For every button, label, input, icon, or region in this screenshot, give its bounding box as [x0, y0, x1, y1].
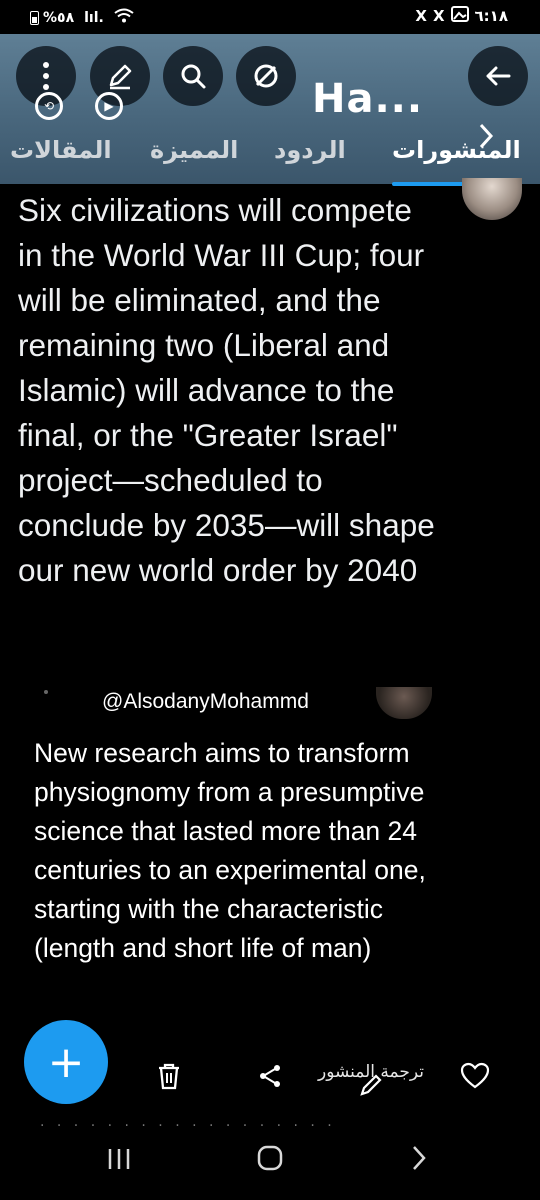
battery-level: %٥٨	[43, 10, 75, 26]
compose-button[interactable]: +	[24, 1020, 108, 1104]
back-icon[interactable]	[410, 1142, 428, 1180]
tab-articles[interactable]: المقالات	[10, 136, 112, 164]
profile-tabs: المقالات المميزة الردود المنشورات	[0, 130, 540, 186]
battery-icon	[30, 11, 39, 25]
status-left: %٥٨ lıl.	[30, 8, 134, 28]
gallery-icon	[450, 6, 469, 26]
back-arrow-icon[interactable]	[468, 46, 528, 106]
post-meta-line: · · · · · · · · · · · · · · · · · ·	[40, 1118, 336, 1130]
wifi-icon	[114, 8, 134, 28]
post-text: Six civilizations will compete in the Wo…	[18, 192, 435, 588]
status-right: X X ٦:١٨	[415, 6, 508, 26]
like-icon[interactable]	[460, 1062, 490, 1097]
clock: ٦:١٨	[474, 7, 508, 25]
x-notification-icon: X	[432, 7, 445, 25]
system-nav-bar	[0, 1130, 540, 1200]
status-bar: %٥٨ lıl. X X ٦:١٨	[0, 0, 540, 34]
delete-icon[interactable]	[156, 1062, 182, 1097]
profile-name: Ha...	[312, 76, 424, 122]
plus-icon: +	[47, 1036, 85, 1088]
home-icon[interactable]	[256, 1142, 284, 1180]
overlay-play-icon[interactable]: ▶	[95, 92, 123, 120]
recent-apps-icon[interactable]	[106, 1142, 132, 1180]
share-icon[interactable]	[256, 1062, 284, 1097]
tab-highlights[interactable]: المميزة	[150, 136, 238, 164]
quoted-post-text: New research aims to transform physiogno…	[34, 738, 426, 963]
tab-posts[interactable]: المنشورات	[392, 136, 521, 164]
x-notification-icon: X	[415, 7, 427, 25]
mute-icon[interactable]	[236, 46, 296, 106]
search-icon[interactable]	[163, 46, 223, 106]
quoted-user-avatar[interactable]	[376, 687, 432, 719]
overlay-link-icon[interactable]: ⟲	[35, 92, 63, 120]
quote-divider-dot	[44, 690, 48, 694]
tab-replies[interactable]: الردود	[274, 136, 346, 164]
avatar[interactable]	[462, 178, 522, 220]
signal-icon: lıl.	[84, 10, 104, 26]
edit-post-icon[interactable]	[358, 1072, 384, 1105]
quoted-user-handle[interactable]: @AlsodanyMohammd	[102, 690, 309, 714]
